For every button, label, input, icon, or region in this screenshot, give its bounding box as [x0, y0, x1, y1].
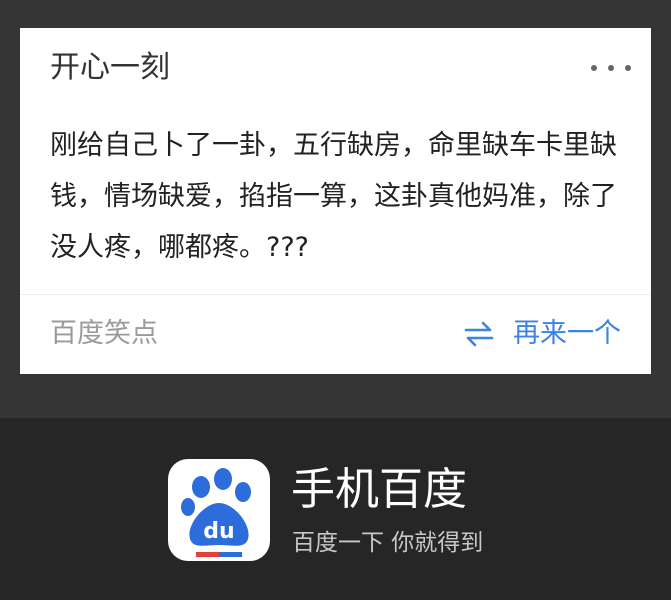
more-dots-icon — [591, 65, 597, 71]
joke-card: 开心一刻 刚给自己卜了一卦，五行缺房，命里缺车卡里缺钱，情场缺爱，掐指一算，这卦… — [20, 28, 651, 374]
joke-content: 刚给自己卜了一卦，五行缺房，命里缺车卡里缺钱，情场缺爱，掐指一算，这卦真他妈准，… — [50, 130, 617, 263]
next-joke-label: 再来一个 — [513, 318, 621, 349]
svg-text:du: du — [203, 519, 234, 544]
baidu-paw-logo: du — [181, 468, 251, 557]
app-slogan: 百度一下 你就得到 — [292, 530, 484, 556]
more-dot-3 — [625, 65, 631, 71]
card-title: 开心一刻 — [50, 50, 170, 85]
baidu-app-logo[interactable]: du — [168, 459, 270, 561]
more-options-button[interactable] — [591, 56, 631, 80]
card-source: 百度笑点 — [50, 318, 158, 349]
next-joke-button[interactable]: 再来一个 — [463, 314, 621, 354]
card-divider — [20, 294, 651, 295]
more-dot-2 — [608, 65, 614, 71]
app-name: 手机百度 — [291, 464, 467, 515]
swap-arrows-icon — [464, 321, 494, 347]
